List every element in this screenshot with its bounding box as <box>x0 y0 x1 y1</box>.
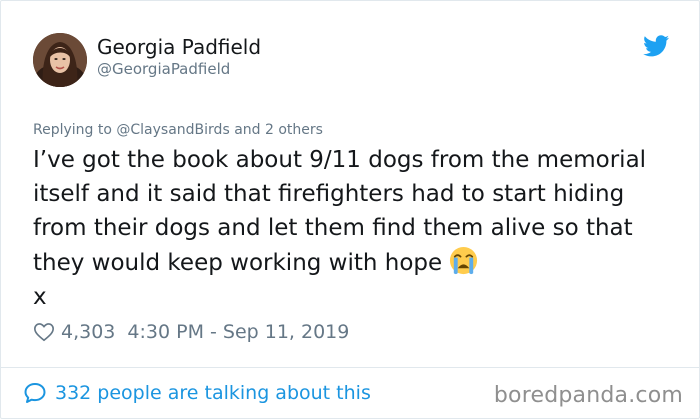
tweet-body: I’ve got the book about 9/11 dogs from t… <box>33 147 647 276</box>
divider <box>1 367 700 368</box>
avatar[interactable] <box>33 33 87 87</box>
author-handle[interactable]: @GeorgiaPadfield <box>97 60 230 78</box>
conversation-link[interactable]: 332 people are talking about this <box>23 381 371 405</box>
reply-suffix[interactable]: and 2 others <box>234 122 323 138</box>
speech-bubble-icon <box>24 383 46 403</box>
conversation-label[interactable]: 332 people are talking about this <box>55 382 371 404</box>
reply-mention-link[interactable]: @ClaysandBirds <box>116 122 229 138</box>
twitter-bird-icon[interactable] <box>643 35 669 57</box>
tweet-meta: 4,303 4:30 PM - Sep 11, 2019 <box>33 319 349 345</box>
crying-emoji-icon <box>450 246 478 275</box>
like-count[interactable]: 4,303 <box>61 321 115 343</box>
brand-watermark: boredpanda.com <box>493 383 683 408</box>
reply-prefix: Replying to <box>33 122 112 138</box>
tweet-tail: x <box>33 284 47 310</box>
tweet-timestamp[interactable]: 4:30 PM - Sep 11, 2019 <box>127 321 349 343</box>
tweet-text: I’ve got the book about 9/11 dogs from t… <box>33 143 673 314</box>
author-name[interactable]: Georgia Padfield <box>97 35 261 59</box>
reply-context: Replying to @ClaysandBirds and 2 others <box>33 122 323 138</box>
tweet-card: Georgia Padfield @GeorgiaPadfield Replyi… <box>0 0 700 419</box>
heart-icon[interactable] <box>33 321 55 343</box>
